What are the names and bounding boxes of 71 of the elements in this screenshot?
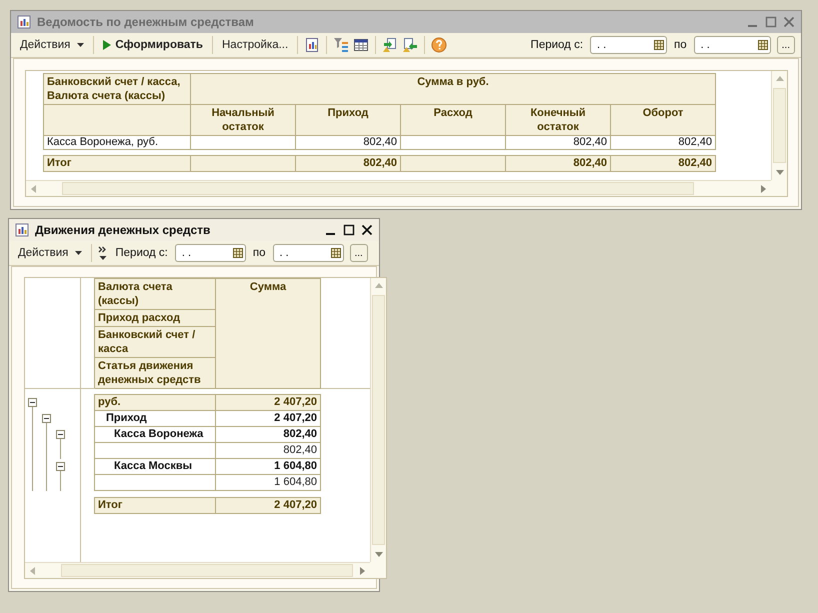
table-cell: Касса Москвы [94,458,216,474]
vertical-scrollbar[interactable] [370,278,386,562]
total-cell: 802,40 [506,156,610,172]
column-header: Оборот [610,104,716,136]
table-cell: 1 604,80 [216,458,320,474]
document-arrow-icon[interactable] [382,37,398,53]
table-cell: 802,40 [296,136,400,150]
header-cell: Сумма в руб. [190,74,716,104]
header-cell: Банковский счет / касса, Валюта счета (кассы) [44,74,190,104]
collapse-toggle[interactable] [56,430,65,438]
table-cell: 2 407,20 [216,410,320,426]
period-select-button[interactable]: ... [350,244,368,262]
collapse-toggle[interactable] [42,414,51,422]
header-cell: Банковский счет / касса [94,326,216,358]
actions-menu-button[interactable]: Действия [15,245,86,261]
collapse-toggle[interactable] [56,462,65,470]
header-cell: Валюта счета (кассы) [94,278,216,310]
period-select-button[interactable]: ... [776,36,795,54]
scroll-thumb[interactable] [773,88,786,163]
close-icon[interactable] [361,224,373,236]
total-cell: 802,40 [296,156,400,172]
table-cell: Касса Воронежа [94,426,216,442]
maximize-icon[interactable] [343,224,355,236]
table-cell: Приход [94,410,216,426]
caret-icon [77,43,84,47]
column-header: Приход [296,104,400,136]
report-icon [17,15,31,29]
collapse-toggle[interactable] [28,398,37,406]
table-cell: 1 604,80 [216,474,320,490]
overflow-chevron-icon[interactable] [98,245,108,261]
window-title: Движения денежных средств [35,223,210,237]
table-icon[interactable] [353,37,370,53]
table-cell: 802,40 [216,442,320,458]
scroll-thumb[interactable] [62,182,694,195]
document-arrow-icon[interactable] [402,37,418,53]
period-to-label: по [674,39,687,51]
total-cell: Итог [94,498,216,514]
period-label: Период с: [530,39,584,51]
period-to-label: по [252,247,266,259]
column-header: Конечный остаток [506,104,610,136]
total-cell: 802,40 [610,156,716,172]
chart-icon[interactable] [304,37,320,53]
caret-icon [75,251,82,255]
horizontal-scrollbar[interactable] [25,562,370,578]
actions-menu-button[interactable]: Действия [17,37,88,53]
play-icon [103,40,112,50]
table-cell: 2 407,20 [216,394,320,410]
table-cell: 802,40 [610,136,716,150]
tree-line [60,474,61,490]
column-header: Начальный остаток [190,104,296,136]
scroll-thumb[interactable] [372,295,385,545]
table-cell: 802,40 [216,426,320,442]
column-header: Сумма [216,278,320,388]
settings-button[interactable]: Настройка... [219,37,292,53]
total-cell: 2 407,20 [216,498,320,514]
report-icon [15,223,29,237]
total-cell: Итог [44,156,190,172]
table-cell: 802,40 [506,136,610,150]
scroll-thumb[interactable] [61,564,353,577]
generate-button[interactable]: Сформировать [100,37,206,53]
window-title: Ведомость по денежным средствам [37,15,254,29]
help-icon[interactable] [431,37,448,53]
period-label: Период с: [115,247,168,259]
horizontal-scrollbar[interactable] [26,180,771,196]
table-cell: руб. [94,394,216,410]
header-cell: Статья движения денежных средств [94,358,216,388]
vertical-scrollbar[interactable] [771,71,787,180]
column-header: Расход [400,104,506,136]
tree-line [60,442,61,458]
table-cell: Касса Воронежа, руб. [44,136,190,150]
header-cell: Приход расход [94,310,216,326]
